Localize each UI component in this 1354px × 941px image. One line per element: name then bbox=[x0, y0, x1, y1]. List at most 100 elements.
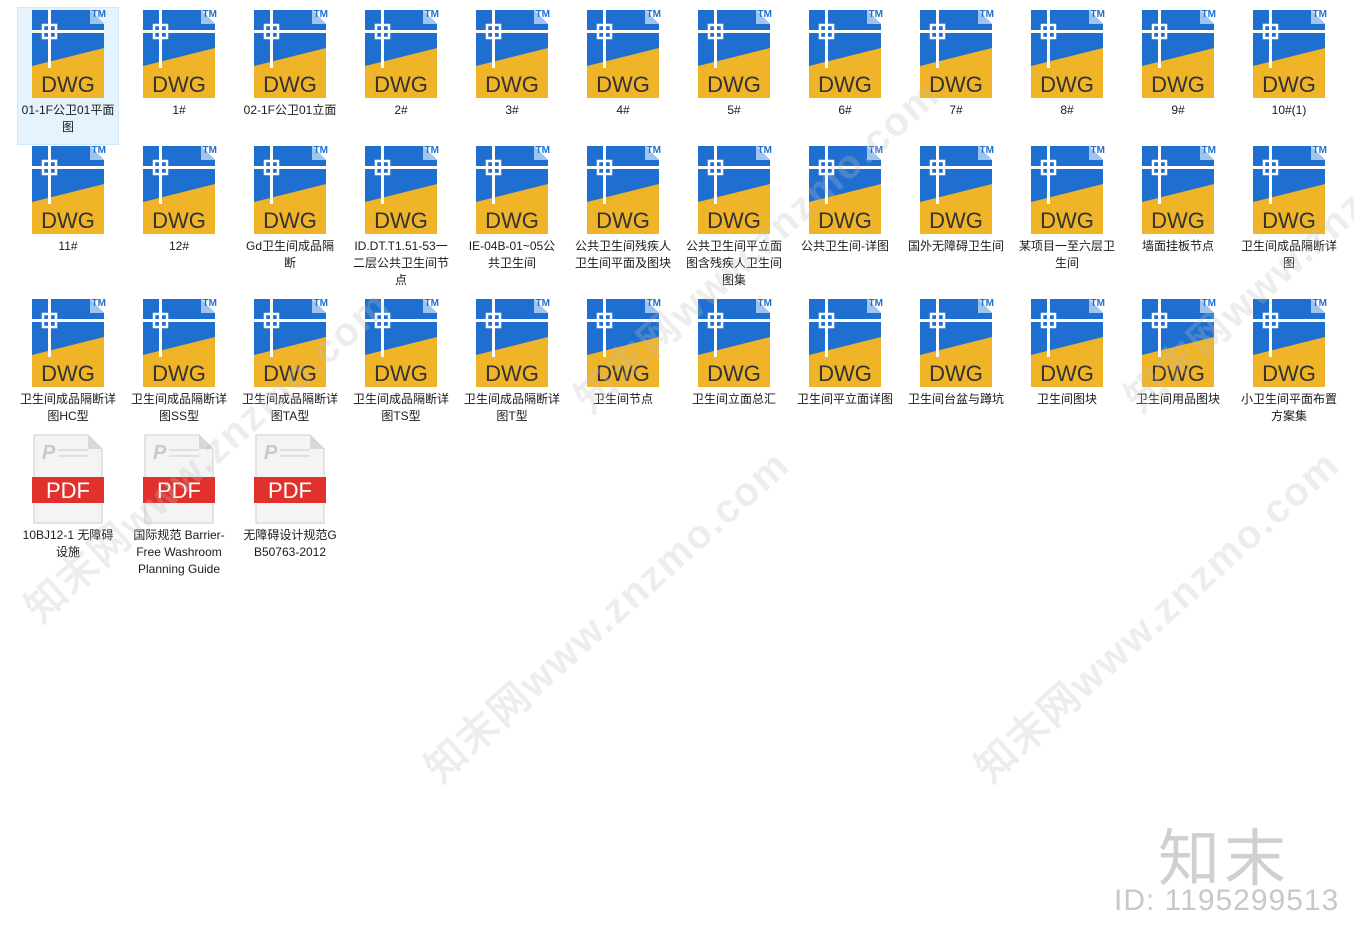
file-grid: DWG TM 01-1F公卫01平面图 DWG TM 1# DWG TM 02-1F公卫01立面… bbox=[0, 0, 1354, 941]
svg-text:TM: TM bbox=[314, 9, 328, 20]
file-label: 卫生间图块 bbox=[1036, 392, 1097, 406]
svg-text:DWG: DWG bbox=[929, 361, 983, 386]
file-item[interactable]: DWG TM 墙面挂板节点 bbox=[1128, 144, 1228, 294]
file-label: 3# bbox=[505, 103, 519, 117]
svg-text:TM: TM bbox=[536, 145, 550, 156]
dwg-file-icon: DWG TM bbox=[920, 9, 994, 98]
dwg-file-icon: DWG TM bbox=[32, 9, 106, 98]
file-item[interactable]: DWG TM 国外无障碍卫生间 bbox=[906, 144, 1006, 294]
file-item[interactable]: DWG TM Gd卫生间成品隔断 bbox=[240, 144, 340, 294]
dwg-file-icon: DWG TM bbox=[809, 298, 883, 387]
svg-text:TM: TM bbox=[1091, 145, 1105, 156]
file-item[interactable]: DWG TM 公共卫生间平立面图含残疾人卫生间图集 bbox=[684, 144, 784, 294]
dwg-file-icon: DWG TM bbox=[254, 298, 328, 387]
dwg-file-icon: DWG TM bbox=[365, 145, 439, 234]
svg-text:TM: TM bbox=[980, 145, 994, 156]
dwg-file-icon: DWG TM bbox=[587, 298, 661, 387]
svg-text:DWG: DWG bbox=[818, 361, 872, 386]
file-item[interactable]: DWG TM 8# bbox=[1017, 8, 1117, 144]
svg-text:DWG: DWG bbox=[374, 72, 428, 97]
file-label: 某项目一至六层卫生间 bbox=[1019, 239, 1116, 270]
file-label: 卫生间成品隔断详图TA型 bbox=[242, 392, 339, 423]
svg-text:DWG: DWG bbox=[485, 208, 539, 233]
svg-text:TM: TM bbox=[314, 145, 328, 156]
file-item[interactable]: DWG TM 2# bbox=[351, 8, 451, 144]
svg-text:TM: TM bbox=[980, 9, 994, 20]
file-label: 卫生间节点 bbox=[592, 392, 653, 406]
file-item[interactable]: DWG TM 02-1F公卫01立面 bbox=[240, 8, 340, 144]
svg-text:TM: TM bbox=[203, 145, 217, 156]
svg-text:TM: TM bbox=[92, 145, 106, 156]
file-item[interactable]: DWG TM 卫生间成品隔断详图TS型 bbox=[351, 297, 451, 447]
file-item[interactable]: P PDF 10BJ12-1 无障碍设施 bbox=[18, 433, 118, 599]
file-label: 卫生间平立面详图 bbox=[797, 392, 894, 406]
file-item[interactable]: DWG TM 9# bbox=[1128, 8, 1228, 144]
svg-text:TM: TM bbox=[1091, 298, 1105, 309]
svg-text:PDF: PDF bbox=[268, 478, 312, 503]
file-label: 1# bbox=[172, 103, 186, 117]
dwg-file-icon: DWG TM bbox=[1253, 145, 1327, 234]
file-item[interactable]: DWG TM 卫生间成品隔断详图HC型 bbox=[18, 297, 118, 447]
file-label: 卫生间成品隔断详图T型 bbox=[464, 392, 561, 423]
svg-text:TM: TM bbox=[314, 298, 328, 309]
svg-text:TM: TM bbox=[92, 298, 106, 309]
file-item[interactable]: DWG TM 7# bbox=[906, 8, 1006, 144]
svg-text:DWG: DWG bbox=[1040, 72, 1094, 97]
file-item[interactable]: DWG TM 11# bbox=[18, 144, 118, 294]
file-label: 10BJ12-1 无障碍设施 bbox=[22, 528, 114, 559]
file-item[interactable]: DWG TM 6# bbox=[795, 8, 895, 144]
file-label: 02-1F公卫01立面 bbox=[243, 103, 337, 117]
file-item[interactable]: DWG TM 卫生间成品隔断详图 bbox=[1239, 144, 1339, 294]
svg-text:TM: TM bbox=[980, 298, 994, 309]
dwg-file-icon: DWG TM bbox=[254, 9, 328, 98]
file-item[interactable]: DWG TM 公共卫生间-详图 bbox=[795, 144, 895, 294]
file-item[interactable]: DWG TM 卫生间成品隔断详图TA型 bbox=[240, 297, 340, 447]
svg-text:DWG: DWG bbox=[263, 72, 317, 97]
pdf-file-icon: P PDF bbox=[254, 434, 326, 524]
file-item[interactable]: DWG TM 4# bbox=[573, 8, 673, 144]
file-item[interactable]: DWG TM 卫生间台盆与蹲坑 bbox=[906, 297, 1006, 447]
dwg-file-icon: DWG TM bbox=[1031, 9, 1105, 98]
file-item[interactable]: DWG TM 10#(1) bbox=[1239, 8, 1339, 144]
file-item[interactable]: DWG TM 某项目一至六层卫生间 bbox=[1017, 144, 1117, 294]
svg-text:DWG: DWG bbox=[41, 208, 95, 233]
svg-text:P: P bbox=[153, 442, 167, 464]
file-label: 7# bbox=[949, 103, 963, 117]
file-item[interactable]: DWG TM 卫生间用品图块 bbox=[1128, 297, 1228, 447]
file-item[interactable]: DWG TM 卫生间立面总汇 bbox=[684, 297, 784, 447]
svg-text:DWG: DWG bbox=[374, 208, 428, 233]
file-item[interactable]: DWG TM 小卫生间平面布置方案集 bbox=[1239, 297, 1339, 447]
file-item[interactable]: DWG TM 卫生间成品隔断详图SS型 bbox=[129, 297, 229, 447]
file-item[interactable]: DWG TM IE-04B-01~05公共卫生间 bbox=[462, 144, 562, 294]
file-item[interactable]: DWG TM 卫生间平立面详图 bbox=[795, 297, 895, 447]
file-item[interactable]: DWG TM 公共卫生间残疾人卫生间平面及图块 bbox=[573, 144, 673, 294]
file-item[interactable]: DWG TM 1# bbox=[129, 8, 229, 144]
dwg-file-icon: DWG TM bbox=[920, 298, 994, 387]
svg-text:DWG: DWG bbox=[41, 72, 95, 97]
file-label: 国外无障碍卫生间 bbox=[908, 239, 1005, 253]
file-item[interactable]: DWG TM 卫生间图块 bbox=[1017, 297, 1117, 447]
svg-text:DWG: DWG bbox=[1262, 72, 1316, 97]
svg-text:DWG: DWG bbox=[152, 72, 206, 97]
file-item[interactable]: DWG TM ID.DT.T1.51-53一二层公共卫生间节点 bbox=[351, 144, 451, 294]
file-item[interactable]: P PDF 无障碍设计规范GB50763-2012 bbox=[240, 433, 340, 599]
file-item[interactable]: DWG TM 12# bbox=[129, 144, 229, 294]
svg-text:TM: TM bbox=[1091, 9, 1105, 20]
file-label: 卫生间成品隔断详图TS型 bbox=[353, 392, 450, 423]
file-item[interactable]: DWG TM 5# bbox=[684, 8, 784, 144]
svg-text:DWG: DWG bbox=[263, 361, 317, 386]
dwg-file-icon: DWG TM bbox=[476, 9, 550, 98]
file-item[interactable]: P PDF 国际规范 Barrier-Free Washroom Planning … bbox=[129, 433, 229, 599]
file-label: 11# bbox=[58, 239, 78, 253]
dwg-file-icon: DWG TM bbox=[809, 145, 883, 234]
file-item[interactable]: DWG TM 卫生间节点 bbox=[573, 297, 673, 447]
file-label: 公共卫生间-详图 bbox=[801, 239, 889, 253]
file-label: 01-1F公卫01平面图 bbox=[21, 103, 115, 134]
file-label: 8# bbox=[1060, 103, 1074, 117]
svg-text:TM: TM bbox=[1313, 298, 1327, 309]
svg-text:DWG: DWG bbox=[41, 361, 95, 386]
file-item[interactable]: DWG TM 3# bbox=[462, 8, 562, 144]
file-item[interactable]: DWG TM 01-1F公卫01平面图 bbox=[17, 7, 119, 145]
svg-text:TM: TM bbox=[758, 9, 772, 20]
file-item[interactable]: DWG TM 卫生间成品隔断详图T型 bbox=[462, 297, 562, 447]
